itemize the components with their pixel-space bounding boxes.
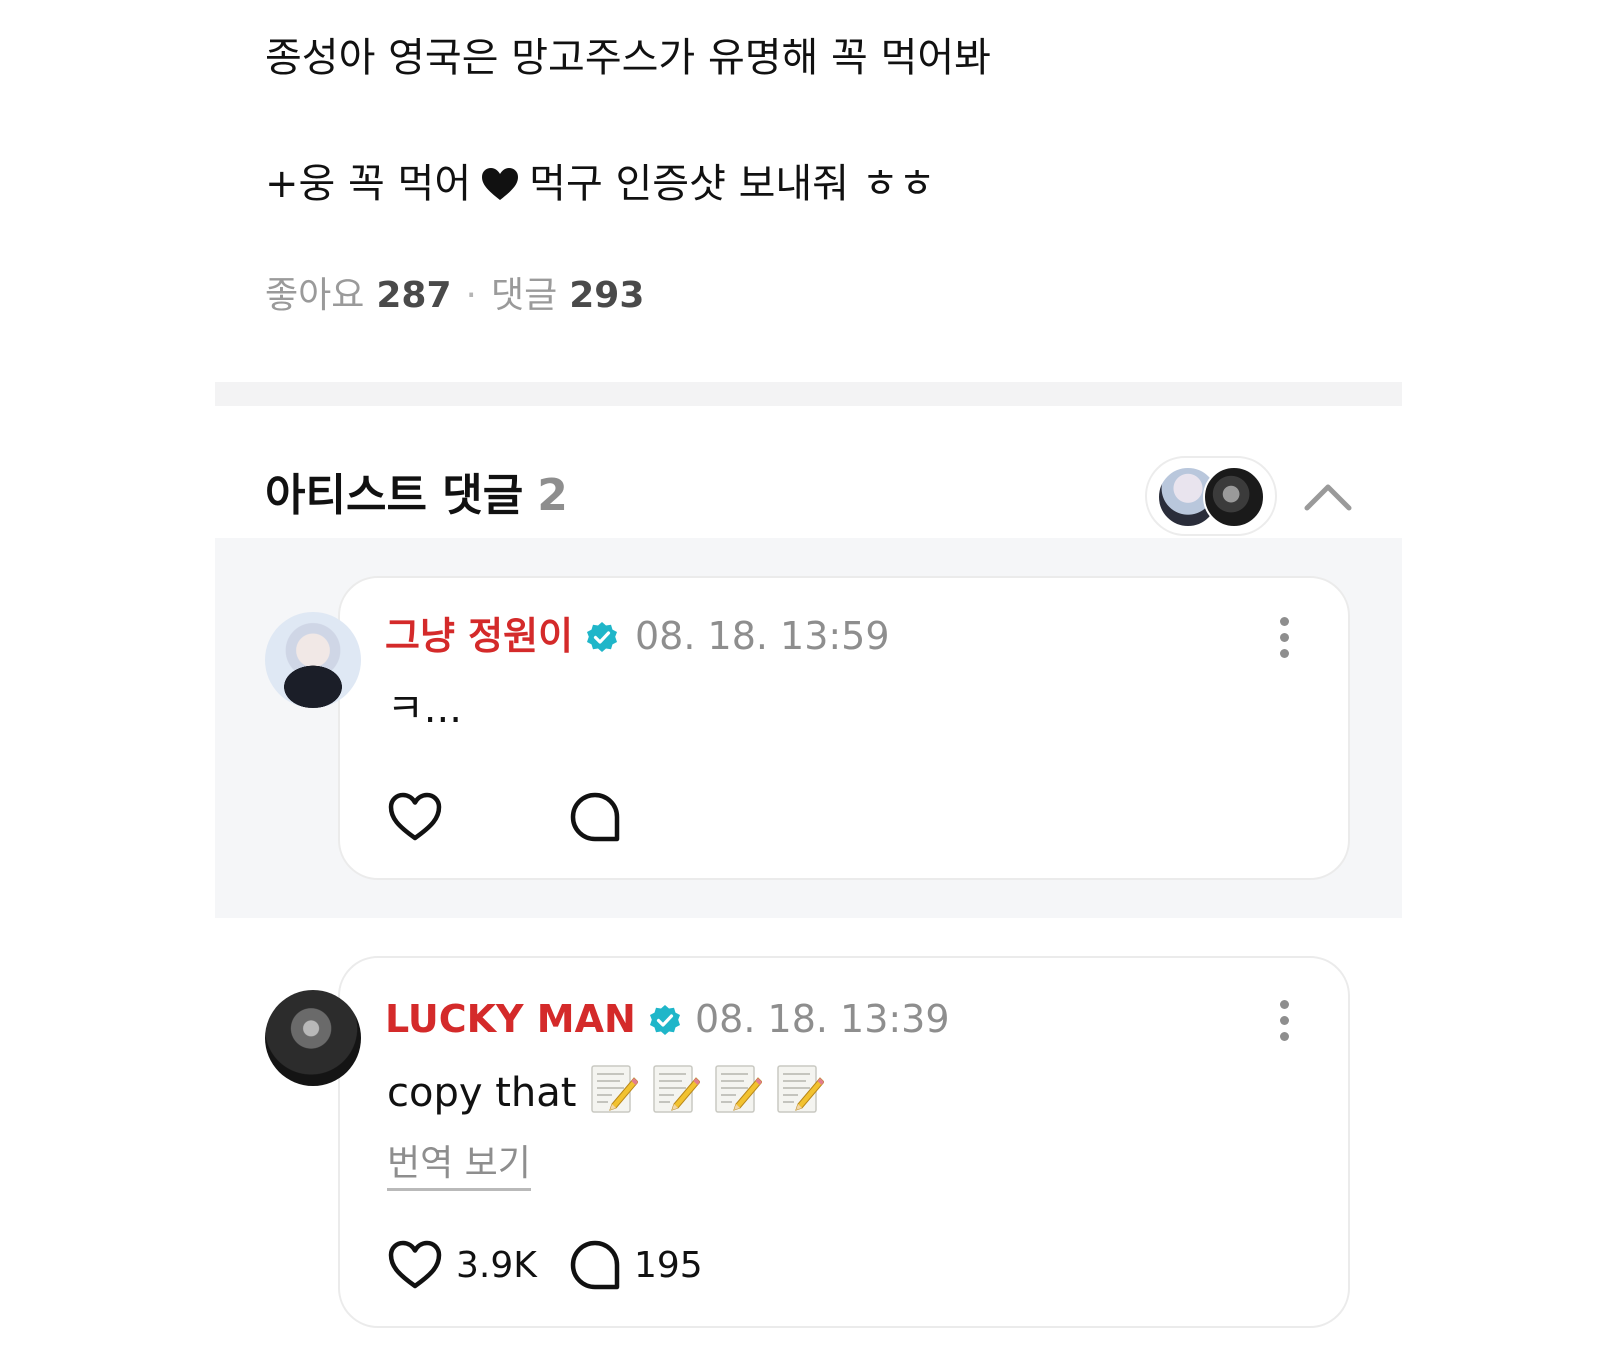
memo-icon [776, 1064, 826, 1128]
post-text-line-2-end: 먹구 인증샷 보내줘 ㅎㅎ [529, 161, 936, 207]
fan-post-page: 종성아 영국은 망고주스가 유명해 꼭 먹어봐 +웅 꼭 먹어 먹구 인증샷 보내… [0, 0, 1605, 1345]
author-name: LUCKY MAN [385, 997, 636, 1041]
memo-emoji-row [576, 1065, 826, 1116]
section-divider [215, 382, 1402, 406]
translate-link[interactable]: 번역 보기 [387, 1142, 531, 1191]
memo-icon [652, 1064, 702, 1128]
verified-badge-icon [648, 1001, 682, 1049]
like-button[interactable]: 3.9K [388, 1240, 537, 1290]
artist-comments-title: 아티스트 댓글 [265, 470, 524, 521]
speech-bubble-icon [570, 1240, 620, 1290]
heart-outline-icon [388, 1240, 442, 1289]
verified-badge-icon [585, 618, 619, 666]
post-stats: 좋아요 287 · 댓글 293 [265, 274, 644, 318]
memo-icon [714, 1064, 764, 1128]
comments-count: 293 [569, 275, 645, 316]
collapse-artist-comments-button[interactable] [1300, 472, 1356, 520]
reply-button[interactable] [570, 792, 634, 842]
post-text-line-2-start: +웅 꼭 먹어 [265, 161, 472, 207]
like-button[interactable] [388, 792, 456, 842]
like-count: 3.9K [456, 1244, 537, 1286]
artist-avatar-2 [1203, 466, 1265, 528]
comment-time: 08. 18. 13:39 [695, 997, 950, 1041]
more-options-icon[interactable] [1270, 996, 1298, 1044]
likes-count: 287 [376, 275, 452, 316]
comment-text: copy that [387, 1064, 826, 1128]
speech-bubble-icon [570, 792, 620, 842]
artist-comments-header: 아티스트 댓글 2 [265, 468, 568, 524]
comment-text: ㅋ... [387, 686, 462, 732]
author-name: 그냥 정원이 [385, 614, 574, 658]
avatar[interactable] [265, 612, 361, 708]
heart-icon [481, 164, 519, 212]
comment-author[interactable]: LUCKY MAN [385, 995, 682, 1049]
artist-avatar-stack[interactable] [1145, 456, 1277, 536]
reply-button[interactable]: 195 [570, 1240, 703, 1290]
stats-separator: · [465, 275, 477, 316]
likes-label: 좋아요 [265, 275, 365, 316]
post-text-line-2: +웅 꼭 먹어 먹구 인증샷 보내줘 ㅎㅎ [265, 160, 935, 212]
memo-icon [590, 1064, 640, 1128]
heart-outline-icon [388, 792, 442, 841]
avatar[interactable] [265, 990, 361, 1086]
artist-comments-count: 2 [537, 470, 568, 521]
more-options-icon[interactable] [1270, 613, 1298, 661]
comment-text-body: copy that [387, 1070, 577, 1116]
post-text-line-1: 종성아 영국은 망고주스가 유명해 꼭 먹어봐 [265, 35, 991, 81]
comment-author[interactable]: 그냥 정원이 [385, 612, 619, 666]
comment-time: 08. 18. 13:59 [635, 614, 890, 658]
reply-count: 195 [634, 1244, 703, 1286]
chevron-up-icon [1304, 484, 1352, 511]
comments-label: 댓글 [490, 275, 558, 316]
